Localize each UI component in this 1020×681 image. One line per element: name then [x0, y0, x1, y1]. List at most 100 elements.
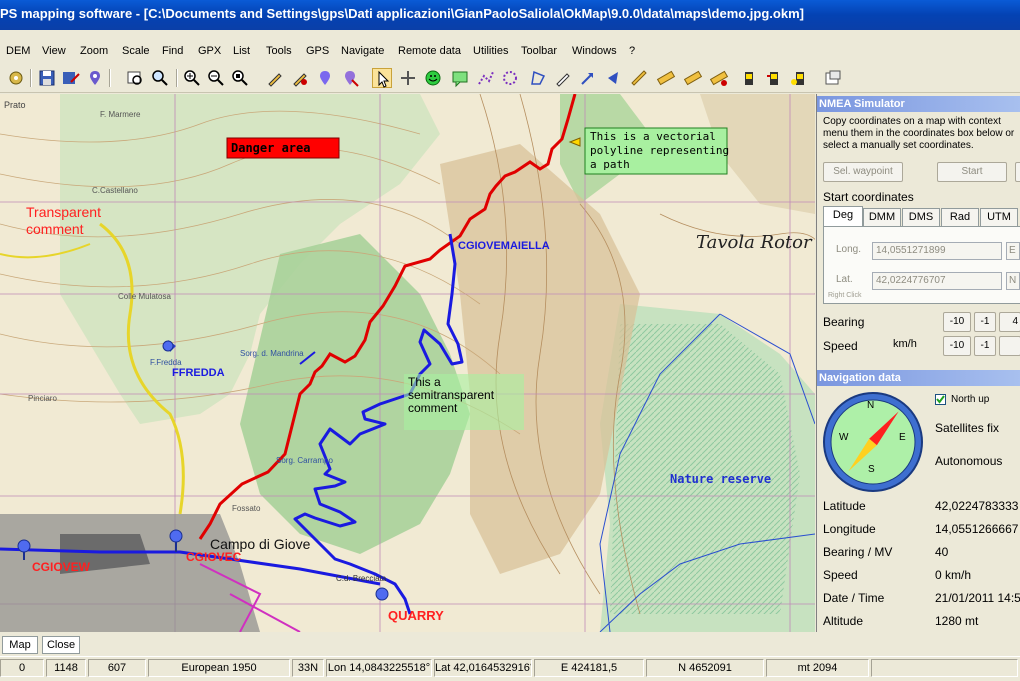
- menu-utilities[interactable]: Utilities: [473, 45, 508, 57]
- save-as-icon[interactable]: [61, 68, 81, 88]
- semitransparent-comment[interactable]: This a semitransparent comment: [408, 376, 494, 415]
- waypoint-label-ffredda[interactable]: FFREDDA: [172, 367, 225, 379]
- vector-comment[interactable]: This is a vectorial polyline representin…: [590, 130, 729, 172]
- draw-tool-icon[interactable]: [553, 68, 573, 88]
- waypoint-label-cgiovec[interactable]: CGIOVEC: [186, 550, 241, 564]
- area-tool-icon[interactable]: [528, 68, 548, 88]
- map-view[interactable]: Danger area Transparent comment This is …: [0, 94, 815, 632]
- title-bar: PS mapping software - [C:\Documents and …: [0, 0, 1020, 30]
- comment-tool-icon[interactable]: [450, 68, 470, 88]
- menu-remote-data[interactable]: Remote data: [398, 45, 461, 57]
- menu-gps[interactable]: GPS: [306, 45, 329, 57]
- gps-send-icon[interactable]: [764, 68, 784, 88]
- speed-value[interactable]: [999, 336, 1020, 356]
- goto-icon[interactable]: [604, 68, 624, 88]
- map-pin-icon[interactable]: [85, 68, 105, 88]
- menu-toolbar[interactable]: Toolbar: [521, 45, 557, 57]
- bearing-value[interactable]: 4: [999, 312, 1020, 332]
- tab-dmm[interactable]: DMM: [863, 208, 901, 226]
- zoom-out-icon[interactable]: [206, 68, 226, 88]
- place-label-campo: Campo di Giove: [210, 536, 311, 552]
- zoom-fit-icon[interactable]: [230, 68, 250, 88]
- arrow-tool-icon[interactable]: [578, 68, 598, 88]
- tab-dms[interactable]: DMS: [902, 208, 940, 226]
- zoom-in-icon[interactable]: [182, 68, 202, 88]
- edit-waypoint-icon[interactable]: [265, 68, 285, 88]
- tab-map[interactable]: Map: [2, 636, 38, 654]
- north-up-checkbox[interactable]: [935, 394, 946, 405]
- bearing-label: Bearing: [823, 315, 865, 329]
- menu-gpx[interactable]: GPX: [198, 45, 221, 57]
- status-elevation: mt 2094: [766, 659, 869, 677]
- waypoint-tool-icon[interactable]: [315, 68, 335, 88]
- status-northing: N 4652091: [646, 659, 764, 677]
- gps-receive-icon[interactable]: [739, 68, 759, 88]
- tab-utm[interactable]: UTM: [980, 208, 1018, 226]
- select-pointer-icon[interactable]: [372, 68, 392, 88]
- lat-hemisphere[interactable]: N: [1006, 272, 1020, 290]
- place-label-pinciaro: Pinciaro: [28, 394, 57, 403]
- menu-dem[interactable]: DEM: [6, 45, 30, 57]
- place-label-prato: Prato: [4, 100, 26, 110]
- menu-zoom[interactable]: Zoom: [80, 45, 108, 57]
- speed-minus10-button[interactable]: -10: [943, 336, 971, 356]
- menu-help[interactable]: ?: [629, 45, 635, 57]
- waypoint-label-cgiovemaiella[interactable]: CGIOVEMAIELLA: [458, 240, 550, 252]
- edit-route-icon[interactable]: [290, 68, 310, 88]
- status-easting: E 424181,5: [534, 659, 644, 677]
- waypoint-label-quarry[interactable]: QUARRY: [388, 608, 444, 623]
- menu-scale[interactable]: Scale: [122, 45, 150, 57]
- find-icon[interactable]: [150, 68, 170, 88]
- save-icon[interactable]: [37, 68, 57, 88]
- right-click-hint: Right Click: [828, 292, 862, 299]
- place-label-colle: Colle Mulatosa: [118, 292, 171, 301]
- compass-north-label: N: [867, 400, 875, 411]
- tab-rad[interactable]: Rad: [941, 208, 979, 226]
- long-hemisphere[interactable]: E: [1006, 242, 1020, 260]
- status-pixel-x: 1148: [46, 659, 86, 677]
- properties-icon[interactable]: [823, 68, 843, 88]
- ruler-area-icon[interactable]: [683, 68, 703, 88]
- route-tool-icon[interactable]: [340, 68, 360, 88]
- lat-field[interactable]: 42,0224776707: [872, 272, 1002, 290]
- polyline-tool-icon[interactable]: [476, 68, 496, 88]
- speed-label: Speed: [823, 339, 858, 353]
- polygon-tool-icon[interactable]: [500, 68, 520, 88]
- tab-deg[interactable]: Deg: [823, 206, 863, 227]
- danger-area-label: Danger area: [231, 141, 311, 155]
- move-icon[interactable]: [398, 68, 418, 88]
- tab-close[interactable]: Close: [42, 636, 80, 654]
- bearing-minus1-button[interactable]: -1: [974, 312, 996, 332]
- date-time-label: Date / Time: [823, 591, 885, 605]
- ruler-icon[interactable]: [656, 68, 676, 88]
- gps-realtime-icon[interactable]: [790, 68, 810, 88]
- nature-reserve-label: Nature reserve: [670, 472, 772, 486]
- start-button[interactable]: Start: [937, 162, 1007, 182]
- print-preview-icon[interactable]: [125, 68, 145, 88]
- menu-find[interactable]: Find: [162, 45, 183, 57]
- stop-button[interactable]: [1015, 162, 1020, 182]
- sel-waypoint-button[interactable]: Sel. waypoint: [823, 162, 903, 182]
- long-field[interactable]: 14,0551271899: [872, 242, 1002, 260]
- menu-list[interactable]: List: [233, 45, 250, 57]
- latitude-label: Latitude: [823, 499, 866, 513]
- waypoint-pin-quarry[interactable]: [375, 587, 389, 601]
- smiley-icon[interactable]: [423, 68, 443, 88]
- compass-east-label: E: [899, 432, 906, 443]
- menu-tools[interactable]: Tools: [266, 45, 292, 57]
- menu-windows[interactable]: Windows: [572, 45, 617, 57]
- ruler-path-icon[interactable]: [709, 68, 729, 88]
- bearing-minus10-button[interactable]: -10: [943, 312, 971, 332]
- place-label-carrampo: Sorg. Carrampo: [276, 456, 333, 465]
- waypoint-label-cgiovew[interactable]: CGIOVEW: [32, 560, 90, 574]
- menu-view[interactable]: View: [42, 45, 66, 57]
- speed-minus1-button[interactable]: -1: [974, 336, 996, 356]
- compass: N S E W: [821, 390, 925, 494]
- menu-navigate[interactable]: Navigate: [341, 45, 384, 57]
- long-label: Long.: [836, 244, 862, 255]
- navigation-data-header: Navigation data: [817, 370, 1020, 386]
- measure-icon[interactable]: [629, 68, 649, 88]
- topographic-map[interactable]: [0, 94, 815, 632]
- settings-tool-icon[interactable]: [6, 68, 26, 88]
- transparent-comment[interactable]: Transparent comment: [26, 204, 101, 238]
